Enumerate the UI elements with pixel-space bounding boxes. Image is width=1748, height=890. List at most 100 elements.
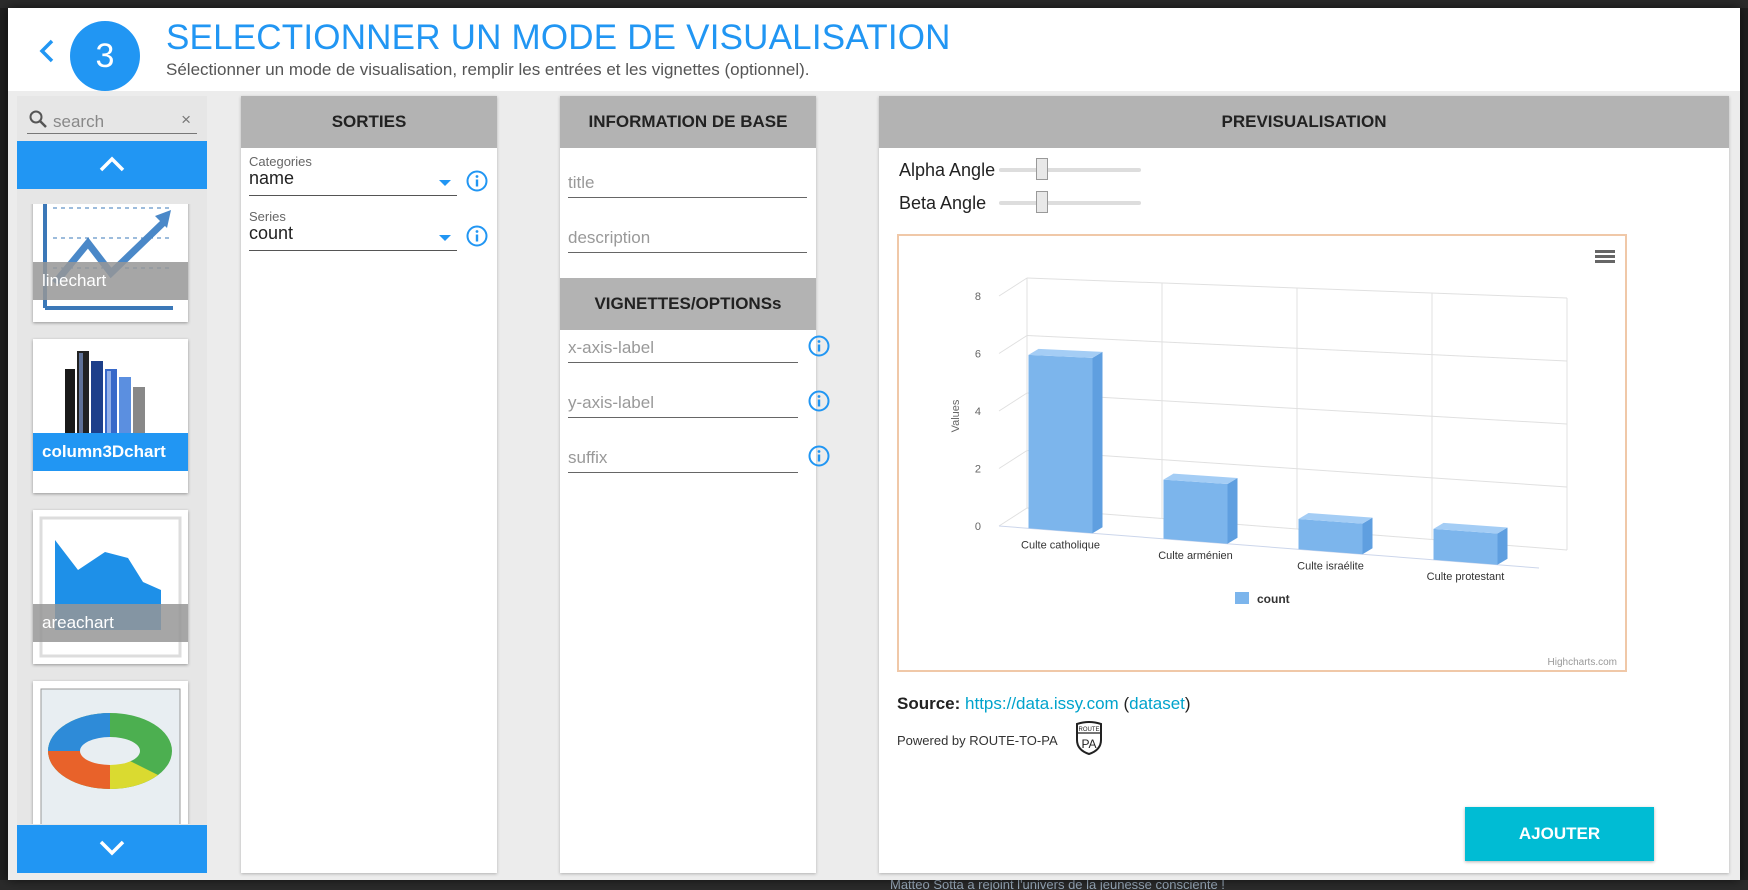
beta-angle-slider[interactable] — [999, 201, 1141, 205]
source-label: Source: — [897, 694, 961, 713]
chart-type-column3dchart[interactable]: column3Dchart — [33, 339, 188, 493]
x-tick-label: Culte arménien — [1158, 550, 1233, 562]
y-tick-label: 8 — [975, 291, 981, 303]
y-tick-label: 6 — [975, 349, 981, 361]
legend-label: count — [1257, 592, 1290, 606]
info-base-panel: INFORMATION DE BASE title description VI… — [560, 96, 830, 873]
sorties-heading: SORTIES — [241, 96, 497, 148]
source-line: Source: https://data.issy.com (dataset) — [897, 694, 1191, 714]
gridline-depth — [998, 335, 1028, 354]
x-axis-info-icon[interactable] — [808, 335, 830, 357]
chart-credits[interactable]: Highcharts.com — [1548, 657, 1617, 668]
preview-heading: PREVISUALISATION — [879, 96, 1729, 148]
chevron-left-icon — [39, 39, 54, 63]
suffix-placeholder: suffix — [568, 448, 608, 467]
categories-label: Categories — [249, 154, 312, 169]
background-notification: Matteo Sotta a rejoint l'univers de la j… — [0, 880, 1748, 890]
chart-type-areachart[interactable]: areachart — [33, 510, 188, 664]
chart-bar-side — [1362, 517, 1373, 555]
chart-bar — [1298, 519, 1363, 555]
y-tick-label: 2 — [975, 464, 981, 476]
dataset-link[interactable]: dataset — [1129, 694, 1185, 713]
modal-header: 3 SELECTIONNER UN MODE DE VISUALISATION … — [8, 8, 1740, 91]
description-input[interactable]: description — [568, 223, 807, 253]
chart-bar-side — [1227, 477, 1238, 544]
chart-bar — [1028, 354, 1093, 534]
preview-panel: PREVISUALISATION Alpha Angle Beta Angle … — [879, 96, 1729, 873]
route-to-pa-logo: ROUTE PA — [1076, 721, 1102, 756]
description-placeholder: description — [568, 228, 651, 247]
background-top-strip — [0, 0, 1748, 8]
source-link[interactable]: https://data.issy.com — [965, 694, 1119, 713]
visualization-modal: 3 SELECTIONNER UN MODE DE VISUALISATION … — [8, 8, 1740, 880]
powered-by-text: Powered by ROUTE-TO-PA — [897, 733, 1058, 748]
y-tick-label: 4 — [975, 406, 981, 418]
suffix-input[interactable]: suffix — [568, 443, 798, 473]
series-label: Series — [249, 209, 286, 224]
series-value: count — [249, 223, 294, 243]
gridline-depth — [998, 277, 1028, 297]
beta-angle-label: Beta Angle — [899, 193, 987, 213]
x-axis-label-input[interactable]: x-axis-label — [568, 333, 798, 363]
chart-type-donutchart[interactable] — [33, 681, 188, 824]
source-paren-open: ( — [1118, 694, 1130, 713]
x-tick-label: Culte israélite — [1297, 560, 1364, 572]
svg-text:ROUTE: ROUTE — [1079, 727, 1100, 733]
x-tick-label: Culte protestant — [1427, 571, 1505, 583]
donutchart-thumbnail-icon — [40, 688, 181, 824]
chevron-down-icon — [99, 840, 125, 856]
categories-select[interactable]: name — [249, 168, 457, 196]
dropdown-arrow-icon — [439, 180, 451, 186]
scroll-down-button[interactable] — [17, 825, 207, 873]
suffix-info-icon[interactable] — [808, 445, 830, 467]
chart-menu-icon[interactable] — [1595, 248, 1615, 265]
page-subtitle: Sélectionner un mode de visualisation, r… — [166, 60, 810, 79]
step-badge: 3 — [70, 21, 140, 91]
gridline-depth — [998, 507, 1028, 527]
back-button[interactable] — [32, 36, 62, 66]
chart-preview: 0 2 4 6 8 Values Culte catholique Culte arménie… — [897, 234, 1627, 672]
svg-text:PA: PA — [1081, 737, 1096, 751]
categories-value: name — [249, 168, 295, 188]
chart-type-label: column3Dchart — [33, 433, 188, 471]
legend-swatch — [1235, 592, 1249, 604]
chart-type-linechart[interactable]: linechart — [33, 204, 188, 322]
y-axis-info-icon[interactable] — [808, 390, 830, 412]
add-button[interactable]: AJOUTER — [1465, 807, 1654, 861]
series-select[interactable]: count — [249, 223, 457, 251]
alpha-angle-label: Alpha Angle — [899, 160, 996, 180]
chart-type-label: areachart — [33, 604, 188, 642]
x-tick-label: Culte catholique — [1021, 539, 1100, 551]
source-paren-close: ) — [1184, 694, 1191, 713]
chevron-up-icon — [99, 156, 125, 172]
info-base-heading: INFORMATION DE BASE — [560, 96, 816, 148]
chart-bar — [1163, 479, 1228, 544]
search-input[interactable]: search × — [27, 106, 197, 134]
chart-type-label: linechart — [33, 262, 188, 300]
alpha-angle-handle[interactable] — [1035, 158, 1048, 180]
beta-angle-handle[interactable] — [1035, 191, 1048, 213]
chart-type-picker: search × linechart column3Dchart areacha… — [17, 96, 207, 873]
clear-search-icon[interactable]: × — [181, 110, 191, 130]
series-info-icon[interactable] — [466, 225, 488, 247]
chart-type-list: linechart column3Dchart areachart — [17, 204, 207, 824]
dropdown-arrow-icon — [439, 235, 451, 241]
scroll-up-button[interactable] — [17, 141, 207, 189]
categories-info-icon[interactable] — [466, 170, 488, 192]
sorties-panel: SORTIES Categories name Series count — [241, 96, 497, 873]
chart-bar — [1433, 528, 1498, 565]
y-axis-label-input[interactable]: y-axis-label — [568, 388, 798, 418]
x-axis-placeholder: x-axis-label — [568, 338, 654, 357]
title-placeholder: title — [568, 173, 595, 192]
y-axis-title: Values — [950, 399, 962, 432]
column-3d-chart: 0 2 4 6 8 Values Culte catholique Culte arménie… — [950, 277, 1568, 606]
y-tick-label: 0 — [975, 521, 981, 533]
gridline-depth — [998, 450, 1028, 469]
notification-text: Matteo Sotta a rejoint l'univers de la j… — [890, 880, 1225, 890]
title-input[interactable]: title — [568, 168, 807, 198]
page-title: SELECTIONNER UN MODE DE VISUALISATION — [166, 18, 951, 57]
alpha-angle-slider[interactable] — [999, 168, 1141, 172]
vignettes-heading: VIGNETTES/OPTIONSs — [560, 278, 816, 330]
chart-bar-side — [1092, 351, 1103, 534]
chart-bar-side — [1497, 527, 1508, 565]
